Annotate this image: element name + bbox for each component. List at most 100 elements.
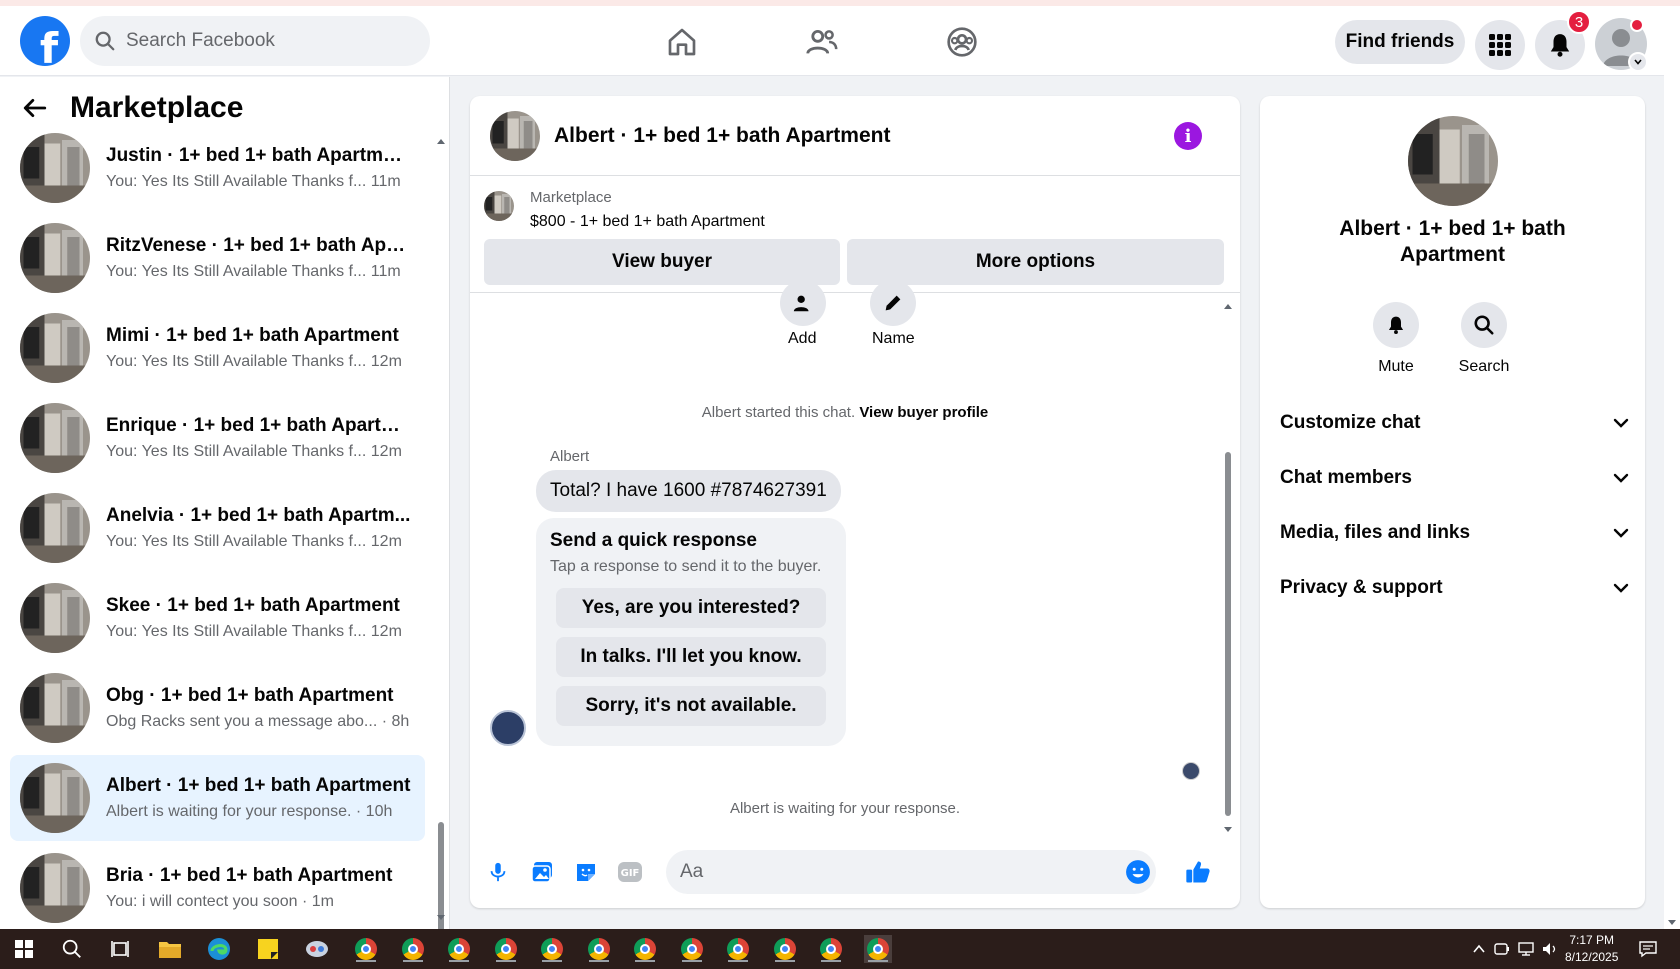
chrome-browser-icon[interactable] bbox=[445, 935, 473, 963]
conversation-item[interactable]: Justin · 1+ bed 1+ bath Apartment You: Ye… bbox=[10, 125, 425, 211]
conversation-thumbnail bbox=[20, 493, 90, 563]
task-view-icon[interactable] bbox=[106, 935, 134, 963]
photo-icon[interactable] bbox=[526, 856, 558, 888]
mute-action[interactable]: Mute bbox=[1356, 302, 1436, 376]
quick-response-card: Send a quick response Tap a response to … bbox=[536, 518, 846, 746]
conversation-preview-line: You: Yes Its Still Available Thanks f...… bbox=[106, 263, 411, 281]
conversation-preview: Albert is waiting for your response. · bbox=[106, 803, 362, 820]
menu-grid-button[interactable] bbox=[1475, 20, 1525, 70]
add-member-button[interactable] bbox=[780, 280, 826, 326]
message-input[interactable] bbox=[666, 850, 1156, 894]
chrome-browser-icon[interactable] bbox=[631, 935, 659, 963]
profile-alert-dot bbox=[1630, 18, 1644, 32]
add-label: Add bbox=[788, 330, 817, 347]
conversation-title: Justin · 1+ bed 1+ bath Apartment bbox=[106, 145, 411, 166]
file-explorer-icon[interactable] bbox=[156, 935, 184, 963]
sticky-notes-icon[interactable] bbox=[254, 935, 282, 963]
conversation-text: Bria · 1+ bed 1+ bath Apartment You: i wi… bbox=[106, 865, 411, 911]
conversation-title: RitzVenese · 1+ bed 1+ bath Apa... bbox=[106, 235, 411, 256]
chrome-browser-icon[interactable] bbox=[724, 935, 752, 963]
groups-icon[interactable] bbox=[940, 20, 984, 64]
message-composer: GIF bbox=[470, 836, 1240, 908]
info-icon[interactable]: i bbox=[1174, 122, 1202, 150]
conversation-item[interactable]: Obg · 1+ bed 1+ bath Apartment Obg Racks … bbox=[10, 665, 425, 751]
edit-name-button[interactable] bbox=[870, 280, 916, 326]
search-input[interactable] bbox=[126, 30, 406, 52]
page-scrollbar[interactable] bbox=[1664, 6, 1680, 929]
friends-icon[interactable] bbox=[800, 20, 844, 64]
find-friends-button[interactable]: Find friends bbox=[1335, 20, 1465, 64]
quick-response-not-available-button[interactable]: Sorry, it's not available. bbox=[556, 686, 826, 726]
chrome-browser-icon[interactable] bbox=[817, 935, 845, 963]
conversation-preview-line: Albert is waiting for your response. · 1… bbox=[106, 803, 411, 821]
conversation-item[interactable]: Albert · 1+ bed 1+ bath Apartment Albert … bbox=[10, 755, 425, 841]
thumbs-up-icon[interactable] bbox=[1182, 856, 1214, 888]
gif-icon[interactable]: GIF bbox=[614, 856, 646, 888]
conversation-item[interactable]: Skee · 1+ bed 1+ bath Apartment You: Yes … bbox=[10, 575, 425, 661]
conversation-item[interactable]: Anelvia · 1+ bed 1+ bath Apartm... You: Y… bbox=[10, 485, 425, 571]
conversation-thumbnail bbox=[20, 673, 90, 743]
conversation-item[interactable]: RitzVenese · 1+ bed 1+ bath Apa... You: Y… bbox=[10, 215, 425, 301]
conversation-time: 8h bbox=[391, 713, 410, 730]
chrome-browser-icon[interactable] bbox=[585, 935, 613, 963]
quick-response-in-talks-button[interactable]: In talks. I'll let you know. bbox=[556, 637, 826, 677]
conversation-item[interactable]: Bria · 1+ bed 1+ bath Apartment You: i wi… bbox=[10, 845, 425, 929]
conversation-preview-line: You: Yes Its Still Available Thanks f...… bbox=[106, 173, 411, 191]
conversation-item[interactable]: Mimi · 1+ bed 1+ bath Apartment You: Yes … bbox=[10, 305, 425, 391]
facebook-logo-icon[interactable]: f bbox=[20, 16, 70, 66]
more-options-button[interactable]: More options bbox=[847, 239, 1224, 285]
chrome-browser-icon[interactable] bbox=[399, 935, 427, 963]
listing-price[interactable]: $800 - 1+ bed 1+ bath Apartment bbox=[530, 213, 765, 231]
privacy-support-row[interactable]: Privacy & support bbox=[1280, 568, 1630, 608]
quick-response-yes-button[interactable]: Yes, are you interested? bbox=[556, 588, 826, 628]
listing-small-thumbnail[interactable] bbox=[484, 191, 514, 221]
conversation-thumbnail bbox=[20, 313, 90, 383]
chat-scrollbar[interactable] bbox=[1222, 302, 1234, 834]
chat-members-row[interactable]: Chat members bbox=[1280, 458, 1630, 498]
back-arrow-icon[interactable] bbox=[22, 95, 48, 121]
chrome-browser-icon[interactable] bbox=[771, 935, 799, 963]
microphone-icon[interactable] bbox=[482, 856, 514, 888]
sticker-icon[interactable] bbox=[570, 856, 602, 888]
edge-browser-icon[interactable] bbox=[205, 935, 233, 963]
chrome-browser-icon[interactable] bbox=[352, 935, 380, 963]
search-box[interactable] bbox=[80, 16, 430, 66]
search-action[interactable]: Search bbox=[1444, 302, 1524, 376]
row-label: Chat members bbox=[1280, 467, 1412, 488]
view-buyer-profile-link[interactable]: View buyer profile bbox=[859, 404, 988, 421]
chat-details-thumbnail[interactable] bbox=[1408, 116, 1498, 206]
snipping-tool-icon[interactable] bbox=[303, 935, 331, 963]
home-icon[interactable] bbox=[660, 20, 704, 64]
media-files-links-row[interactable]: Media, files and links bbox=[1280, 513, 1630, 553]
chrome-browser-icon[interactable] bbox=[864, 935, 892, 963]
conversation-item[interactable]: Enrique · 1+ bed 1+ bath Apartm... You: Y… bbox=[10, 395, 425, 481]
taskbar-search-icon[interactable] bbox=[58, 935, 86, 963]
taskbar-clock[interactable]: 7:17 PM 8/12/2025 bbox=[1565, 932, 1618, 966]
chrome-browser-icon[interactable] bbox=[538, 935, 566, 963]
chrome-browser-icon[interactable] bbox=[492, 935, 520, 963]
conversation-preview: You: Yes Its Still Available Thanks f... bbox=[106, 263, 367, 280]
sender-avatar[interactable] bbox=[490, 710, 526, 746]
conversation-title: Bria · 1+ bed 1+ bath Apartment bbox=[106, 865, 393, 886]
view-buyer-button[interactable]: View buyer bbox=[484, 239, 840, 285]
customize-chat-row[interactable]: Customize chat bbox=[1280, 403, 1630, 443]
chrome-browser-icon[interactable] bbox=[678, 935, 706, 963]
windows-start-icon[interactable] bbox=[10, 935, 38, 963]
conversation-text: Obg · 1+ bed 1+ bath Apartment Obg Racks … bbox=[106, 685, 411, 731]
sender-name: Albert bbox=[550, 448, 590, 465]
emoji-icon[interactable] bbox=[1122, 856, 1154, 888]
chevron-down-icon bbox=[1613, 583, 1629, 593]
conversation-preview: You: Yes Its Still Available Thanks f... bbox=[106, 623, 367, 640]
conversation-text: Anelvia · 1+ bed 1+ bath Apartm... You: Y… bbox=[106, 505, 411, 551]
conversation-text: Justin · 1+ bed 1+ bath Apartment You: Ye… bbox=[106, 145, 411, 191]
action-center-icon[interactable] bbox=[1634, 935, 1662, 963]
chevron-down-icon[interactable] bbox=[1628, 52, 1648, 72]
incoming-message-bubble[interactable]: Total? I have 1600 #7874627391 bbox=[536, 470, 841, 512]
conversation-text: Enrique · 1+ bed 1+ bath Apartm... You: Y… bbox=[106, 415, 411, 461]
volume-icon[interactable] bbox=[1536, 935, 1564, 963]
listing-thumbnail[interactable] bbox=[490, 110, 540, 161]
chat-title[interactable]: Albert · 1+ bed 1+ bath Apartment bbox=[554, 124, 890, 148]
conversation-text: RitzVenese · 1+ bed 1+ bath Apa... You: Y… bbox=[106, 235, 411, 281]
left-scrollbar[interactable] bbox=[436, 137, 446, 929]
bell-icon bbox=[1388, 316, 1404, 334]
